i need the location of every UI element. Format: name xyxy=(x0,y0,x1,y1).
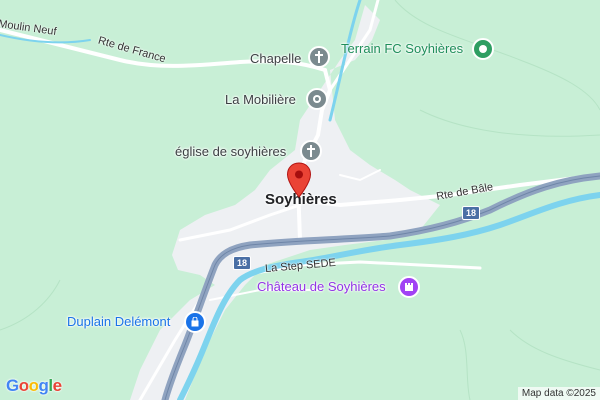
google-logo-letter: g xyxy=(38,376,49,395)
place-dot-icon[interactable] xyxy=(306,88,328,110)
poi-label-duplain-delemont[interactable]: Duplain Delémont xyxy=(67,314,170,329)
google-logo-letter: e xyxy=(52,376,62,395)
google-logo-letter: G xyxy=(6,376,19,395)
red-location-pin-icon[interactable] xyxy=(286,162,312,198)
google-logo-letter: o xyxy=(28,376,39,395)
sports-field-icon[interactable] xyxy=(472,38,494,60)
google-logo: Google xyxy=(6,376,62,396)
poi-label-terrain-fc-soyhieres[interactable]: Terrain FC Soyhières xyxy=(341,41,463,56)
shopping-bag-icon[interactable] xyxy=(184,311,206,333)
route-badge-18: 18 xyxy=(462,206,481,220)
poi-label-eglise-de-soyhieres[interactable]: église de soyhières xyxy=(175,144,286,159)
map-attribution[interactable]: Map data ©2025 xyxy=(517,387,600,400)
church-cross-icon[interactable] xyxy=(308,46,330,68)
map-view[interactable]: Moulin Neuf Rte de France Rte de Bâle La… xyxy=(0,0,600,400)
church-cross-icon[interactable] xyxy=(300,140,322,162)
poi-label-chapelle[interactable]: Chapelle xyxy=(250,51,301,66)
poi-label-la-mobiliere[interactable]: La Mobilière xyxy=(225,92,296,107)
google-logo-letter: o xyxy=(18,376,29,395)
route-badge-18-west: 18 xyxy=(233,256,252,270)
poi-label-chateau-de-soyhieres[interactable]: Château de Soyhières xyxy=(257,279,386,294)
castle-icon[interactable] xyxy=(398,276,420,298)
